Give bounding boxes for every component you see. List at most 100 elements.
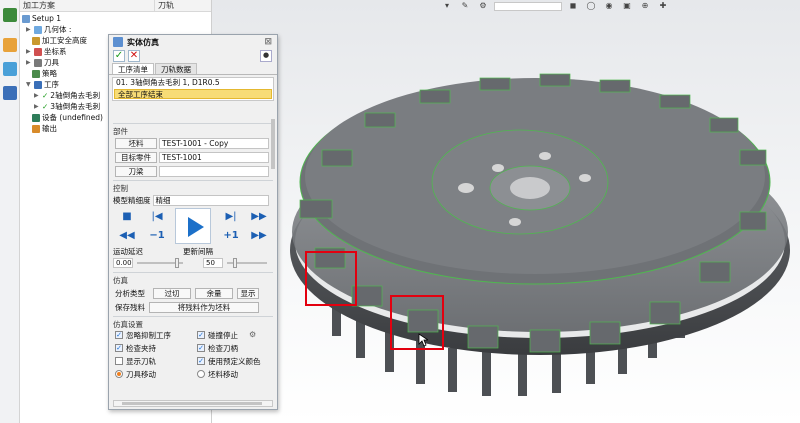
chevron-down-icon[interactable]: ▼ <box>26 80 32 90</box>
pin-icon[interactable]: ● <box>260 50 272 62</box>
section-simulation: 仿真 <box>113 276 128 285</box>
dialog-horizontal-scrollbar[interactable] <box>113 400 273 407</box>
stock-move-radio[interactable] <box>197 370 205 378</box>
show-button[interactable]: 显示 <box>237 287 259 299</box>
delay-slider[interactable] <box>137 258 183 268</box>
output-icon <box>32 125 40 133</box>
tree-col-toolpath[interactable]: 刀轨 <box>155 0 174 11</box>
predefined-color-checkbox[interactable]: ✓ <box>197 357 205 365</box>
stop-icon[interactable]: ■ <box>117 208 137 225</box>
tool-move-radio[interactable] <box>115 370 123 378</box>
tree-item-equipment[interactable]: 设备 (undefined) <box>32 113 103 123</box>
edit-icon[interactable]: ✎ <box>458 1 472 11</box>
target-part-field[interactable]: TEST-1001 <box>159 152 269 163</box>
list-item-operation[interactable]: 01. 3轴倒角去毛刺 1, D1R0.5 <box>113 78 273 88</box>
collision-stop-label: 碰撞停止 <box>208 330 238 340</box>
display-mode-icon[interactable]: ◯ <box>584 1 598 11</box>
report-icon[interactable] <box>3 86 17 100</box>
operation-icon <box>34 81 42 89</box>
fast-forward-end-icon[interactable]: ▶▶ <box>249 227 269 244</box>
fast-forward-icon[interactable]: ▶▶ <box>249 208 269 225</box>
dialog-vertical-scrollbar[interactable] <box>270 105 276 395</box>
interval-label: 更新间隔 <box>183 247 213 256</box>
chevron-right-icon[interactable]: ▶ <box>26 25 32 35</box>
settings-icon[interactable]: ⚙ <box>249 330 256 339</box>
tab-toolpath-data[interactable]: 刀轨数据 <box>155 63 197 74</box>
plan-icon[interactable] <box>3 8 17 22</box>
precision-label: 模型精细度 <box>113 196 151 205</box>
cancel-button[interactable]: ✕ <box>128 50 140 62</box>
tree-item-output[interactable]: 输出 <box>32 124 57 134</box>
check-holder-label: 检查夹持 <box>126 343 156 353</box>
tree-item-strategy[interactable]: 策略 <box>32 69 57 79</box>
interval-slider[interactable] <box>227 258 267 268</box>
play-button[interactable] <box>175 208 211 244</box>
check-icon: ✓ <box>42 91 49 100</box>
step-back-button[interactable]: −1 <box>147 227 167 244</box>
delay-input[interactable]: 0.00 <box>113 258 133 268</box>
equipment-icon <box>32 114 40 122</box>
tree-item-op-2axis[interactable]: ▶ ✓ 2轴倒角去毛刺 <box>34 91 100 101</box>
scrollbar-thumb[interactable] <box>271 119 275 169</box>
close-icon[interactable]: ⊠ <box>264 37 272 47</box>
filter-select[interactable] <box>494 1 562 11</box>
check-holder-checkbox[interactable]: ✓ <box>115 344 123 352</box>
holder-button[interactable]: 刀梁 <box>115 166 157 177</box>
check-tool-checkbox[interactable]: ✓ <box>197 344 205 352</box>
chevron-right-icon[interactable]: ▶ <box>34 102 40 112</box>
tree-col-plan[interactable]: 加工方案 <box>20 0 155 11</box>
view-toolbar: ▾ ✎ ⚙ ◼ ◯ ◉ ▣ ⊕ ✚ <box>438 0 800 12</box>
stock-field[interactable]: TEST-1001 - Copy <box>159 138 269 149</box>
settings-icon[interactable]: ✚ <box>656 1 670 11</box>
skip-suppressed-checkbox[interactable]: ✓ <box>115 331 123 339</box>
interval-input[interactable]: 50 <box>203 258 223 268</box>
divider <box>113 272 273 273</box>
holder-field[interactable] <box>159 166 269 177</box>
step-forward-button[interactable]: +1 <box>221 227 241 244</box>
tree-item-coordinate[interactable]: ▶ 坐标系 <box>26 47 67 57</box>
chevron-right-icon[interactable]: ▶ <box>26 58 32 68</box>
section-view-icon[interactable]: ▣ <box>620 1 634 11</box>
tab-operation-list[interactable]: 工序清单 <box>112 63 154 74</box>
slider-handle[interactable] <box>175 258 179 268</box>
slider-handle[interactable] <box>233 258 237 268</box>
tree-item-setup[interactable]: Setup 1 <box>22 14 61 24</box>
annotation-box-1 <box>305 251 357 306</box>
axis-icon[interactable]: ⊕ <box>638 1 652 11</box>
dropdown-arrow-icon[interactable]: ▾ <box>440 1 454 11</box>
tree-item-tools[interactable]: ▶ 刀具 <box>26 58 59 68</box>
ok-button[interactable]: ✓ <box>113 50 125 62</box>
dialog-titlebar[interactable]: 实体仿真 ⊠ <box>109 35 277 49</box>
image-icon[interactable] <box>3 62 17 76</box>
save-as-stock-button[interactable]: 将残料作为坯料 <box>149 301 259 313</box>
cube-view-icon[interactable]: ◼ <box>566 1 580 11</box>
target-part-button[interactable]: 目标零件 <box>115 152 157 163</box>
overcut-button[interactable]: 过切 <box>153 287 191 299</box>
stock-button[interactable]: 坯料 <box>115 138 157 149</box>
remaining-button[interactable]: 余量 <box>195 287 233 299</box>
step-begin-icon[interactable]: |◀ <box>147 208 167 225</box>
coordinate-icon <box>34 48 42 56</box>
tree-item-operations[interactable]: ▼ 工序 <box>26 80 59 90</box>
precision-select[interactable]: 精细 <box>152 195 269 206</box>
left-icon-strip <box>0 0 20 423</box>
solid-simulation-dialog: 实体仿真 ⊠ ✓ ✕ ● 工序清单 刀轨数据 01. 3轴倒角去毛刺 1, D1… <box>108 34 278 410</box>
chevron-right-icon[interactable]: ▶ <box>26 47 32 57</box>
list-item-all-done[interactable]: 全部工序结束 <box>114 89 272 99</box>
tools-icon[interactable]: ⚙ <box>476 1 490 11</box>
shading-icon[interactable]: ◉ <box>602 1 616 11</box>
tree-item-safe-height[interactable]: 加工安全高度 <box>32 36 87 46</box>
library-icon[interactable] <box>3 38 17 52</box>
collision-stop-checkbox[interactable]: ✓ <box>197 331 205 339</box>
step-end-icon[interactable]: ▶| <box>221 208 241 225</box>
tree-item-geometry[interactable]: ▶ 几何体 : <box>26 25 71 35</box>
tree-item-op-3axis[interactable]: ▶ ✓ 3轴倒角去毛刺 <box>34 102 100 112</box>
chevron-right-icon[interactable]: ▶ <box>34 91 40 101</box>
show-path-checkbox[interactable] <box>115 357 123 365</box>
save-stock-label: 保存残料 <box>115 302 145 312</box>
dialog-title: 实体仿真 <box>127 37 159 47</box>
scrollbar-thumb[interactable] <box>122 402 262 405</box>
rewind-icon[interactable]: ◀◀ <box>117 227 137 244</box>
strategy-icon <box>32 70 40 78</box>
section-parts: 部件 <box>113 127 128 136</box>
